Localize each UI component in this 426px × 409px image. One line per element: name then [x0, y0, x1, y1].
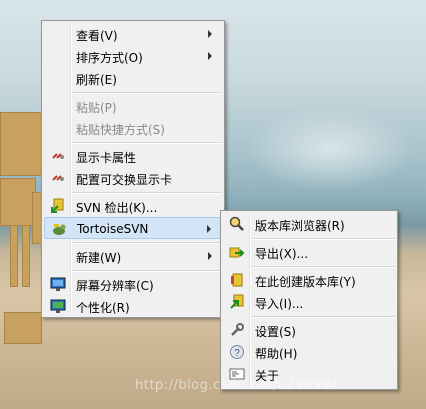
tortoise-icon: [53, 224, 66, 235]
menu-separator: [72, 92, 222, 94]
menu-item-label: 粘贴(P): [76, 101, 117, 115]
menu-separator: [72, 270, 222, 272]
export-icon: [229, 247, 245, 258]
help-icon: ?: [230, 345, 244, 359]
robot-figure-box: [4, 312, 42, 344]
svn-checkout-icon: [51, 198, 64, 213]
menu-separator: [251, 238, 395, 240]
menu-item-label: 新建(W): [76, 251, 122, 265]
menu-item-paste-shortcut[interactable]: 粘贴快捷方式(S): [44, 117, 222, 139]
menu-item-create-repository[interactable]: 在此创建版本库(Y): [223, 269, 395, 291]
menu-item-view[interactable]: 查看(V): [44, 23, 222, 45]
menu-item-label: 导入(I)...: [255, 297, 304, 311]
menu-item-label: 版本库浏览器(R): [255, 219, 345, 233]
desktop-context-menu: 查看(V) 排序方式(O) 刷新(E) 粘贴(P) 粘贴快捷方式(S) 显示卡属…: [41, 20, 225, 318]
menu-item-display-card-properties[interactable]: 显示卡属性: [44, 145, 222, 167]
menu-item-repo-browser[interactable]: 版本库浏览器(R): [223, 213, 395, 235]
menu-item-label: 在此创建版本库(Y): [255, 275, 356, 289]
tortoisesvn-submenu: 版本库浏览器(R) 导出(X)... 在此创建版本库(Y) 导入(I)... 设…: [220, 210, 398, 390]
menu-item-label: 屏幕分辨率(C): [76, 279, 154, 293]
menu-item-refresh[interactable]: 刷新(E): [44, 67, 222, 89]
menu-item-tortoisesvn[interactable]: TortoiseSVN: [44, 217, 222, 239]
menu-separator: [251, 316, 395, 318]
menu-item-label: 配置可交换显示卡: [76, 173, 173, 187]
robot-figure-head: [0, 112, 42, 176]
menu-item-label: 帮助(H): [255, 347, 298, 361]
menu-item-personalize[interactable]: 个性化(R): [44, 295, 222, 317]
menu-item-paste[interactable]: 粘贴(P): [44, 95, 222, 117]
menu-item-new[interactable]: 新建(W): [44, 245, 222, 267]
import-icon: [230, 294, 244, 309]
monitor-icon: [50, 277, 66, 291]
menu-item-label: 设置(S): [255, 325, 296, 339]
repo-browser-icon: [229, 216, 244, 231]
menu-item-label: 粘贴快捷方式(S): [76, 123, 165, 137]
submenu-arrow-icon: [208, 30, 212, 38]
menu-item-label: TortoiseSVN: [77, 222, 149, 236]
robot-figure-body: [0, 178, 36, 226]
wrench-icon: [231, 323, 244, 336]
submenu-arrow-icon: [208, 52, 212, 60]
menu-item-label: 排序方式(O): [76, 51, 143, 65]
submenu-arrow-icon: [207, 225, 211, 233]
menu-item-export[interactable]: 导出(X)...: [223, 241, 395, 263]
menu-item-import[interactable]: 导入(I)...: [223, 291, 395, 313]
menu-separator: [251, 266, 395, 268]
svg-text:?: ?: [234, 348, 240, 359]
menu-item-label: 个性化(R): [76, 301, 130, 315]
robot-figure-leg: [22, 225, 30, 287]
submenu-arrow-icon: [208, 252, 212, 260]
create-repository-icon: [231, 273, 243, 287]
menu-item-screen-resolution[interactable]: 屏幕分辨率(C): [44, 273, 222, 295]
menu-item-label: 查看(V): [76, 29, 118, 43]
menu-item-configure-switchable-graphics[interactable]: 配置可交换显示卡: [44, 167, 222, 189]
menu-item-label: SVN 检出(K)...: [76, 201, 158, 215]
graphics-card-icon: [52, 175, 64, 181]
menu-item-svn-checkout[interactable]: SVN 检出(K)...: [44, 195, 222, 217]
menu-separator: [72, 242, 222, 244]
menu-item-label: 导出(X)...: [255, 247, 309, 261]
menu-separator: [72, 192, 222, 194]
personalize-icon: [50, 299, 66, 313]
robot-figure-leg: [10, 225, 18, 287]
menu-separator: [72, 142, 222, 144]
blog-watermark: http://blog.csdn.net/u290994: [135, 378, 340, 393]
menu-item-label: 刷新(E): [76, 73, 117, 87]
menu-item-settings[interactable]: 设置(S): [223, 319, 395, 341]
menu-item-help[interactable]: ? 帮助(H): [223, 341, 395, 363]
graphics-card-icon: [52, 153, 64, 159]
menu-item-label: 显示卡属性: [76, 151, 137, 165]
menu-item-sort-by[interactable]: 排序方式(O): [44, 45, 222, 67]
